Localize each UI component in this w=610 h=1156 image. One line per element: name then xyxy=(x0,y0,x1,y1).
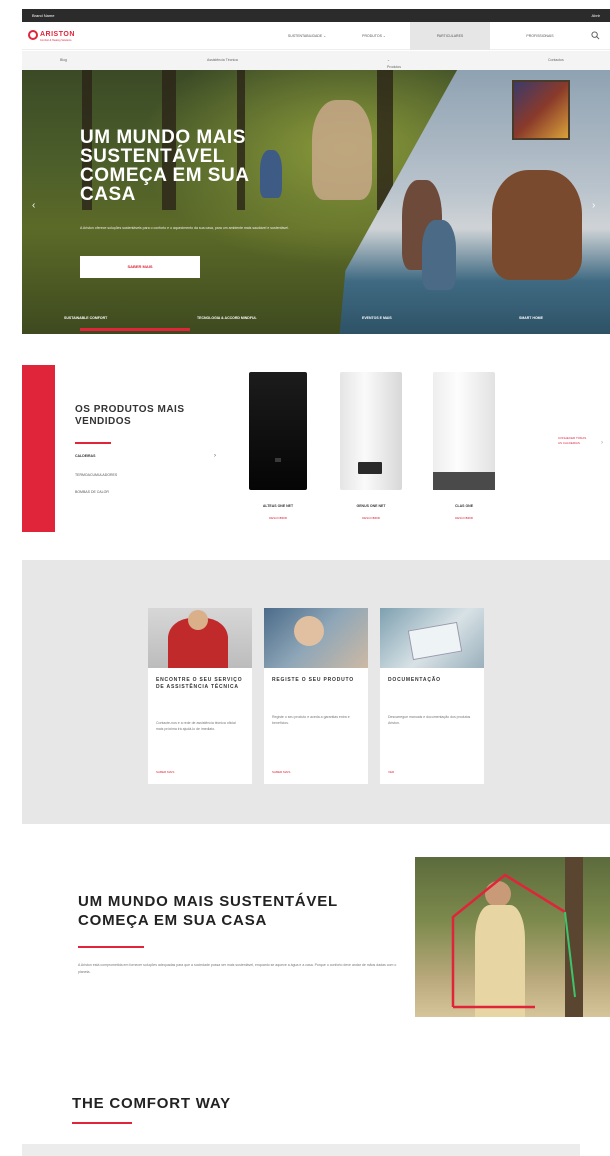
product-name: CLAS ONE xyxy=(454,504,474,508)
comfort-title: THE COMFORT WAY xyxy=(72,1095,231,1112)
sustainability-title: UM MUNDO MAIS SUSTENTÁVEL COMEÇA EM SUA … xyxy=(78,893,338,929)
bottom-strip xyxy=(22,1144,580,1156)
service-desc: Contacte-nos e a rede de assistência téc… xyxy=(156,721,236,731)
carousel-prev-icon[interactable]: ‹ xyxy=(32,200,35,211)
subnav-item-contactos[interactable]: Contactos xyxy=(548,58,564,62)
service-image xyxy=(148,608,252,668)
nav-item-particulares[interactable]: PARTICULARES xyxy=(410,22,490,50)
house-outline-icon xyxy=(451,873,576,1009)
hero-tab-1[interactable]: SUSTAINABLE COMFORT xyxy=(64,316,107,320)
sustainability-image xyxy=(415,857,610,1017)
service-card[interactable]: DOCUMENTAÇÃO Descarregue manuais e docum… xyxy=(380,608,484,784)
main-nav: ARISTON Comfort & Heating Solutions SUST… xyxy=(22,22,610,50)
hero-banner: UM MUNDO MAIS SUSTENTÁVEL COMEÇA EM SUA … xyxy=(22,70,610,334)
service-card[interactable]: REGISTE O SEU PRODUTO Registe o seu prod… xyxy=(264,608,368,784)
hero-tab-2[interactable]: TECNOLOGIA & ACCORD MINDFUL xyxy=(197,316,257,320)
service-desc: Descarregue manuais e documentação dos p… xyxy=(388,715,471,725)
hero-tab-4[interactable]: SMART HOME xyxy=(519,316,543,320)
top-bar-menu[interactable]: Abrir xyxy=(592,13,600,18)
nav-item-profissionais[interactable]: PROFISSIONAIS xyxy=(500,22,580,50)
service-title: REGISTE O SEU PRODUTO xyxy=(272,677,354,683)
hero-tab-indicator xyxy=(80,328,190,331)
hero-tab-3[interactable]: EVENTOS E MAIS xyxy=(362,316,392,320)
chevron-right-icon[interactable]: › xyxy=(601,440,603,446)
hero-painting xyxy=(512,80,570,140)
logo-mark-icon xyxy=(28,30,38,40)
nav-item-produtos[interactable]: PRODUTOS ⌄ xyxy=(344,22,404,50)
nav-item-sustentabilidade[interactable]: SUSTENTABILIDADE ⌄ xyxy=(272,22,342,50)
hero-title: UM MUNDO MAIS SUSTENTÁVEL COMEÇA EM SUA … xyxy=(80,127,249,205)
subnav-item-assistencia[interactable]: Assistência Técnica xyxy=(207,58,238,62)
bestsellers-title: OS PRODUTOS MAIS VENDIDOS xyxy=(75,404,185,427)
hero-description: A Ariston oferece soluções sustentáveis … xyxy=(80,226,289,230)
sub-nav: Blog Assistência Técnica Produtos ⌄ Cont… xyxy=(22,51,610,70)
product-name: ALTEAS ONE NET xyxy=(262,504,294,508)
chevron-right-icon: › xyxy=(214,453,216,459)
see-all-link[interactable]: CONHECER TODAS AS CALDEIRAS xyxy=(558,436,588,446)
product-name: GENUS ONE NET xyxy=(356,504,386,508)
hero-cta-button[interactable]: SABER MAIS xyxy=(80,256,200,278)
service-image xyxy=(264,608,368,668)
product-link[interactable]: DESCOBRIR xyxy=(429,516,499,520)
category-caldeiras[interactable]: CALDEIRAS xyxy=(75,454,95,458)
top-bar: Brand Name Abrir xyxy=(22,9,610,22)
search-icon[interactable] xyxy=(591,31,600,40)
service-desc: Registe o seu produto e aceda a garantia… xyxy=(272,715,350,725)
product-image xyxy=(433,372,495,490)
carousel-next-icon[interactable]: › xyxy=(592,200,595,211)
category-termoacumuladores[interactable]: TERMOACUMULADORES xyxy=(75,473,117,477)
service-link[interactable]: SABER MAIS xyxy=(272,770,290,774)
service-link[interactable]: SABER MAIS xyxy=(156,770,174,774)
subnav-item-produtos[interactable]: Produtos ⌄ xyxy=(387,58,401,69)
product-link[interactable]: DESCOBRIR xyxy=(243,516,313,520)
product-image xyxy=(249,372,307,490)
top-bar-brand[interactable]: Brand Name xyxy=(32,13,54,18)
product-link[interactable]: DESCOBRIR xyxy=(336,516,406,520)
service-image xyxy=(380,608,484,668)
service-title: DOCUMENTAÇÃO xyxy=(388,677,441,683)
service-link[interactable]: VER xyxy=(388,770,394,774)
sustainability-description: A Ariston está comprometida em fornecer … xyxy=(78,963,397,974)
category-bombas[interactable]: BOMBAS DE CALOR xyxy=(75,490,109,494)
hero-person xyxy=(312,100,372,200)
service-title: ENCONTRE O SEU SERVIÇO DE ASSISTÊNCIA TÉ… xyxy=(156,677,243,690)
service-card[interactable]: ENCONTRE O SEU SERVIÇO DE ASSISTÊNCIA TÉ… xyxy=(148,608,252,784)
bestsellers-accent-bar xyxy=(22,365,55,532)
logo-tagline: Comfort & Heating Solutions xyxy=(40,39,72,42)
logo-wordmark: ARISTON xyxy=(40,31,75,38)
product-image xyxy=(340,372,402,490)
brand-logo[interactable]: ARISTON Comfort & Heating Solutions xyxy=(28,30,88,42)
subnav-item-blog[interactable]: Blog xyxy=(60,58,67,62)
